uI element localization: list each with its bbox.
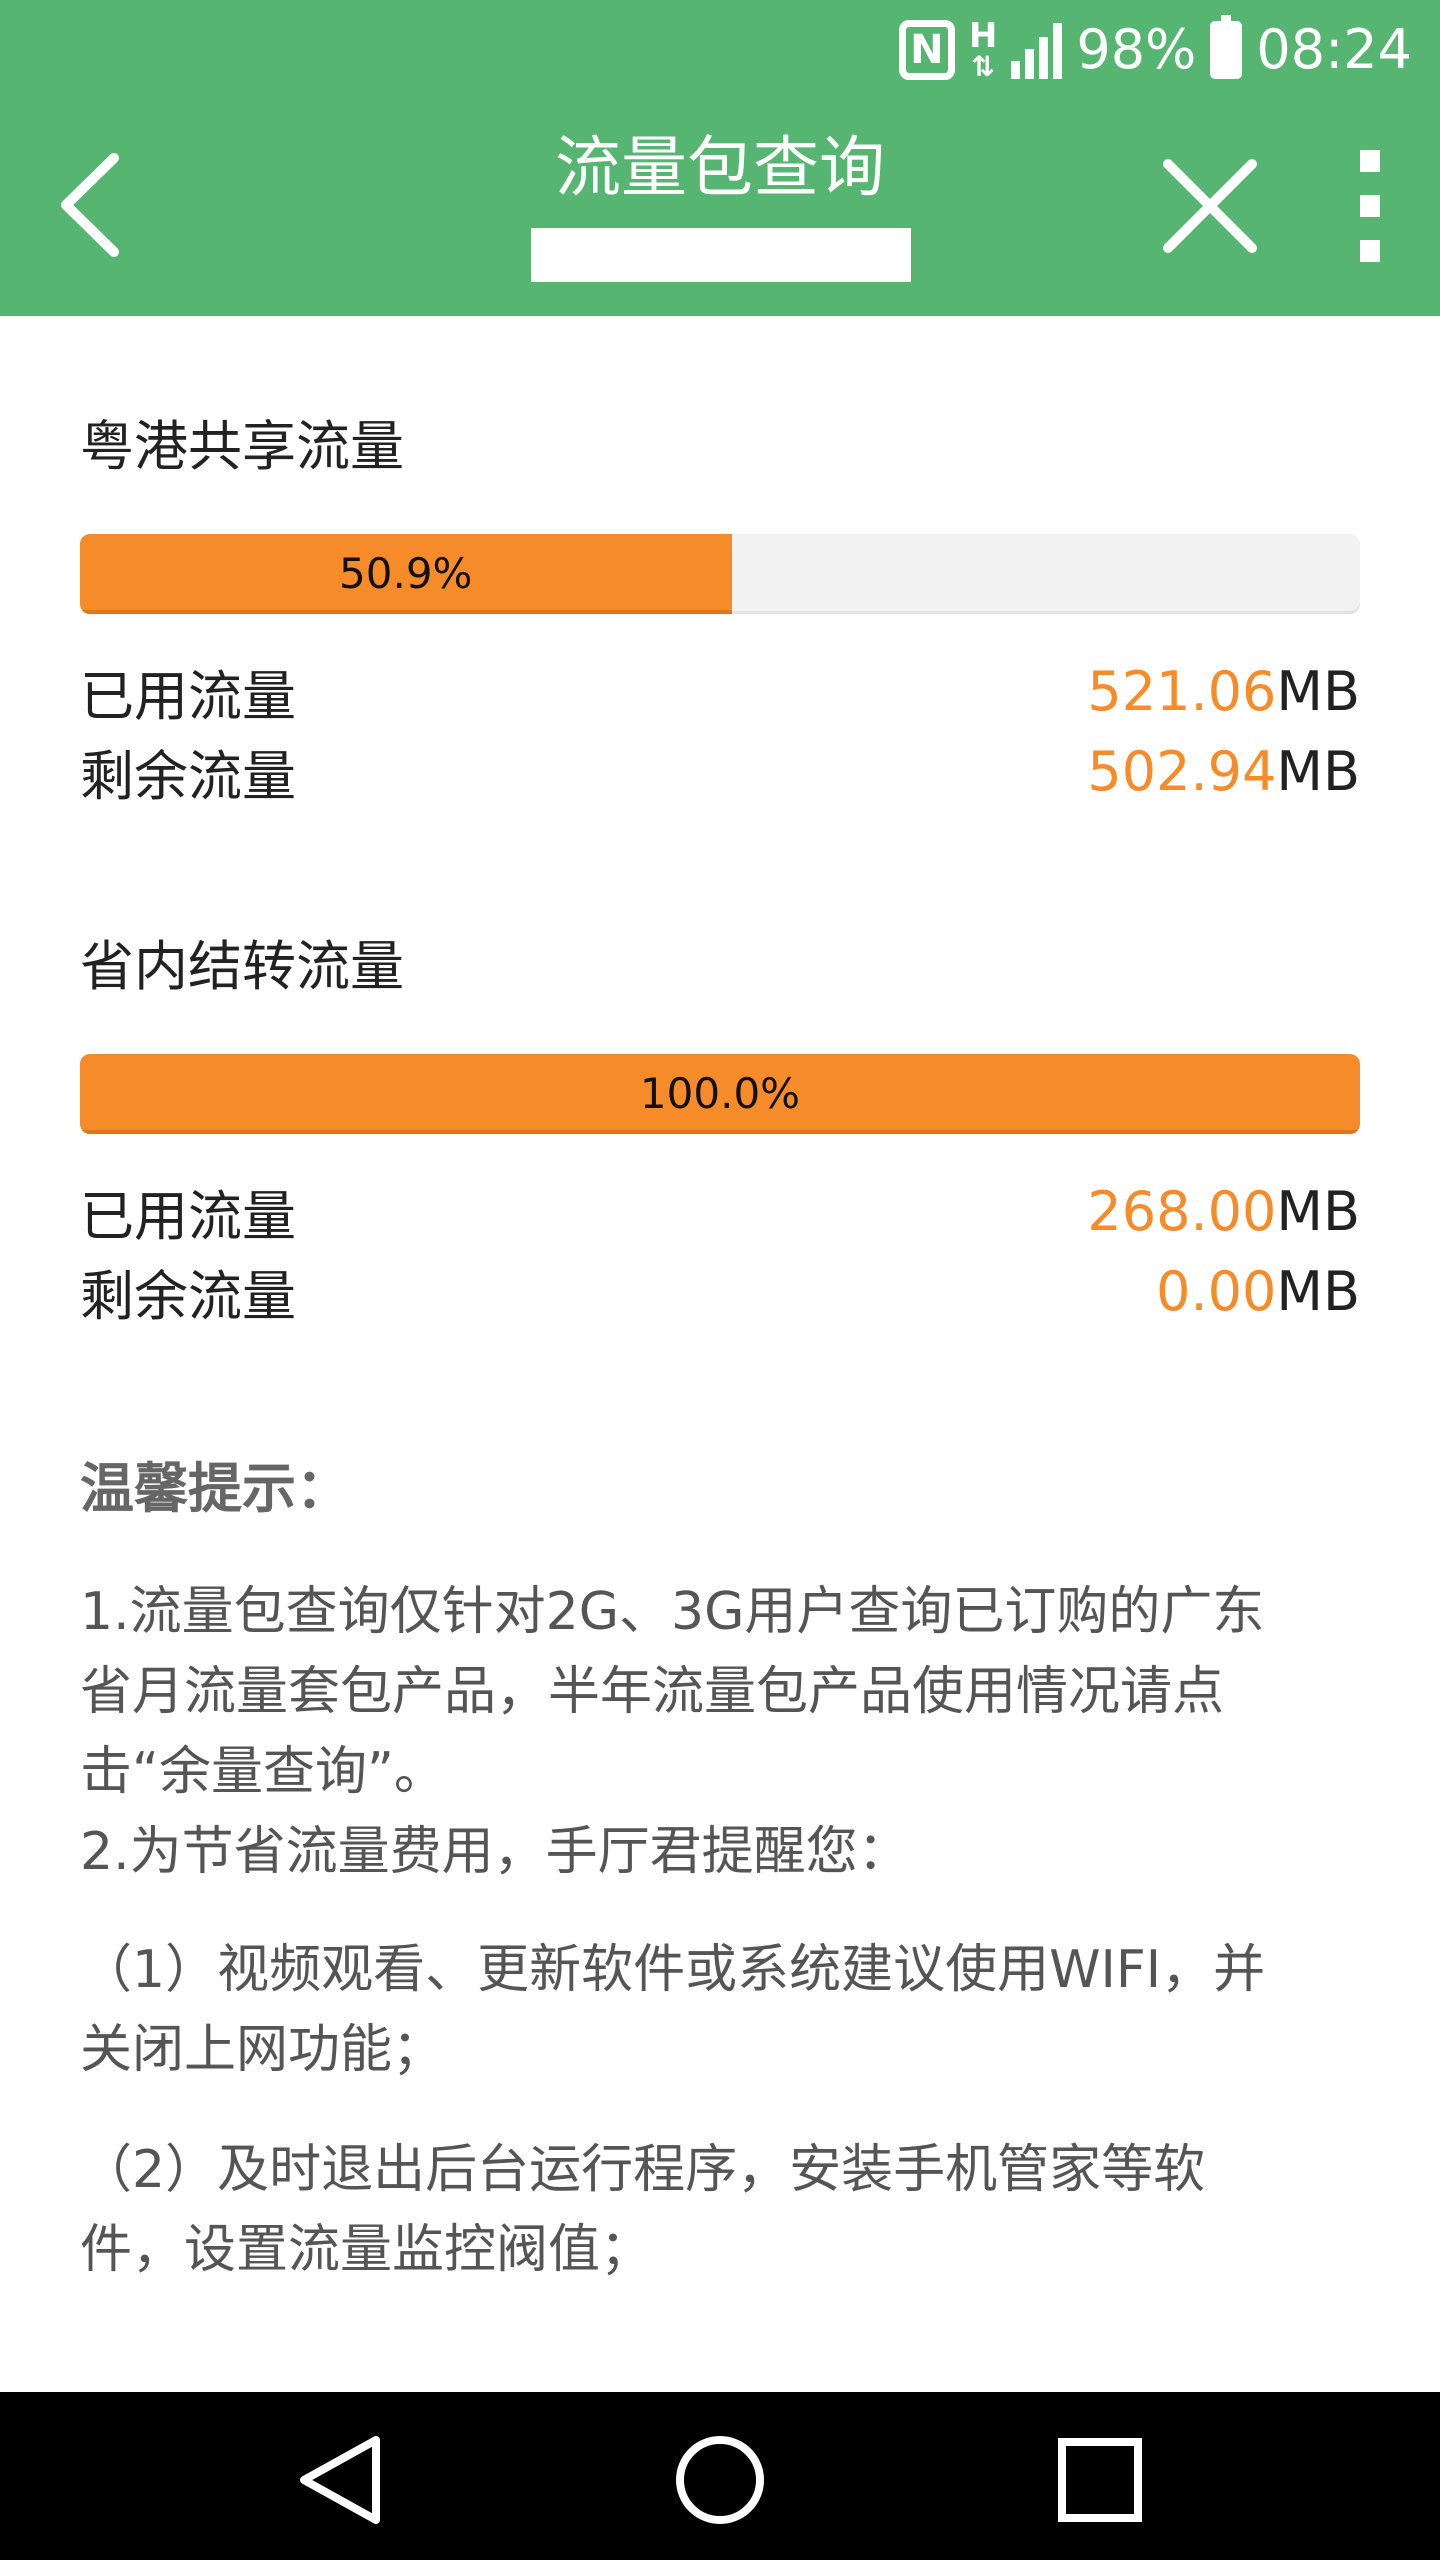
nav-recents-square-icon[interactable]	[1050, 2430, 1150, 2530]
used-row: 已用流量 268.00MB	[80, 1172, 1360, 1250]
tip-line: 省月流量套包产品，半年流量包产品使用情况请点	[80, 1662, 1225, 1722]
more-dot	[1360, 195, 1380, 217]
remaining-row: 剩余流量 0.00MB	[80, 1252, 1360, 1330]
signal-icon	[1011, 21, 1063, 79]
used-amount: 268.00MB	[1087, 1180, 1360, 1243]
usage-progress-bar: 50.9%	[80, 534, 1360, 614]
used-unit: MB	[1276, 1179, 1360, 1243]
remaining-unit: MB	[1276, 739, 1360, 803]
battery-percent: 98%	[1076, 18, 1197, 81]
remaining-value: 0.00	[1156, 1259, 1277, 1323]
section-title: 粤港共享流量	[80, 415, 404, 478]
tip-paragraph-2: 2.为节省流量费用，手厅君提醒您：	[80, 1822, 910, 1882]
status-icons: N H ⇅ 98% 08:24	[898, 15, 1412, 82]
close-icon[interactable]	[1160, 156, 1260, 256]
tip-paragraph-4: （2）及时退出后台运行程序，安装手机管家等软 件，设置流量监控阀值；	[80, 2130, 1360, 2290]
tip-line: 件，设置流量监控阀值；	[80, 2220, 653, 2280]
more-dot	[1360, 150, 1380, 172]
battery-icon	[1210, 15, 1243, 79]
usage-progress-label: 100.0%	[639, 1069, 801, 1118]
more-vert-icon[interactable]	[1346, 150, 1394, 262]
usage-progress-label: 50.9%	[339, 549, 473, 598]
network-type-label: H	[968, 16, 998, 56]
used-row: 已用流量 521.06MB	[80, 652, 1360, 730]
tip-paragraph-3: （1）视频观看、更新软件或系统建议使用WIFI，并 关闭上网功能；	[80, 1930, 1360, 2090]
tip-line: 关闭上网功能；	[80, 2020, 445, 2080]
tip-line: （1）视频观看、更新软件或系统建议使用WIFI，并	[80, 1940, 1266, 2000]
system-nav-bar	[0, 2392, 1440, 2560]
nav-home-circle-icon[interactable]	[670, 2430, 770, 2530]
used-amount: 521.06MB	[1087, 660, 1360, 723]
tip-line: （2）及时退出后台运行程序，安装手机管家等软	[80, 2140, 1206, 2200]
remaining-amount: 502.94MB	[1087, 740, 1360, 803]
used-value: 521.06	[1087, 659, 1277, 723]
remaining-label: 剩余流量	[80, 744, 296, 808]
data-transfer-arrows-icon: ⇅	[971, 50, 995, 83]
app-bar: N H ⇅ 98% 08:24 流量包查询	[0, 0, 1440, 316]
remaining-unit: MB	[1276, 1259, 1360, 1323]
section-title: 省内结转流量	[80, 935, 404, 998]
more-dot	[1360, 240, 1380, 262]
nfc-icon: N	[898, 20, 955, 80]
used-label: 已用流量	[80, 1184, 296, 1248]
nav-back-triangle-icon[interactable]	[290, 2430, 390, 2530]
title-redaction-bar	[531, 228, 911, 282]
used-value: 268.00	[1087, 1179, 1277, 1243]
remaining-amount: 0.00MB	[1156, 1260, 1360, 1323]
tip-line: 1.流量包查询仅针对2G、3G用户查询已订购的广东	[80, 1582, 1265, 1642]
tip-line: 击“余量查询”。	[80, 1742, 446, 1802]
used-unit: MB	[1276, 659, 1360, 723]
tips-title: 温馨提示：	[80, 1457, 350, 1520]
remaining-label: 剩余流量	[80, 1264, 296, 1328]
network-type-icon: H ⇅	[969, 19, 997, 81]
usage-progress-bar: 100.0%	[80, 1054, 1360, 1134]
remaining-value: 502.94	[1087, 739, 1277, 803]
tip-paragraph-1: 1.流量包查询仅针对2G、3G用户查询已订购的广东 省月流量套包产品，半年流量包…	[80, 1572, 1360, 1812]
status-time: 08:24	[1256, 18, 1412, 81]
remaining-row: 剩余流量 502.94MB	[80, 732, 1360, 810]
used-label: 已用流量	[80, 664, 296, 728]
status-bar: N H ⇅ 98% 08:24	[0, 0, 1440, 100]
